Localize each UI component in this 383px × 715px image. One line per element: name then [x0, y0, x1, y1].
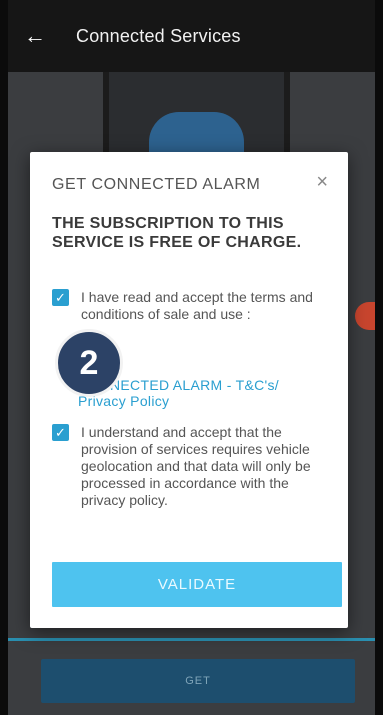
geolocation-consent-row[interactable]: ✓ I understand and accept that the provi… — [52, 424, 316, 509]
geolocation-label: I understand and accept that the provisi… — [81, 424, 311, 508]
app-bar: ← Connected Services — [8, 0, 375, 72]
terms-label: I have read and accept the terms and con… — [81, 289, 313, 322]
geolocation-checkbox[interactable]: ✓ — [52, 424, 69, 441]
close-icon[interactable]: × — [316, 172, 328, 192]
validate-button[interactable]: VALIDATE — [52, 562, 342, 607]
terms-checkbox[interactable]: ✓ — [52, 289, 69, 306]
free-of-charge-notice: THE SUBSCRIPTION TO THIS SERVICE IS FREE… — [52, 215, 302, 251]
page-title: Connected Services — [76, 25, 241, 46]
side-notification-badge — [355, 302, 375, 330]
back-arrow-icon[interactable]: ← — [24, 25, 64, 47]
step-number-badge: 2 — [55, 329, 123, 397]
get-button[interactable]: GET — [41, 659, 355, 703]
terms-consent-row[interactable]: ✓ I have read and accept the terms and c… — [52, 289, 316, 323]
dialog-header: GET CONNECTED ALARM × — [52, 172, 328, 194]
divider — [8, 638, 375, 641]
dialog-title: GET CONNECTED ALARM — [52, 176, 261, 193]
